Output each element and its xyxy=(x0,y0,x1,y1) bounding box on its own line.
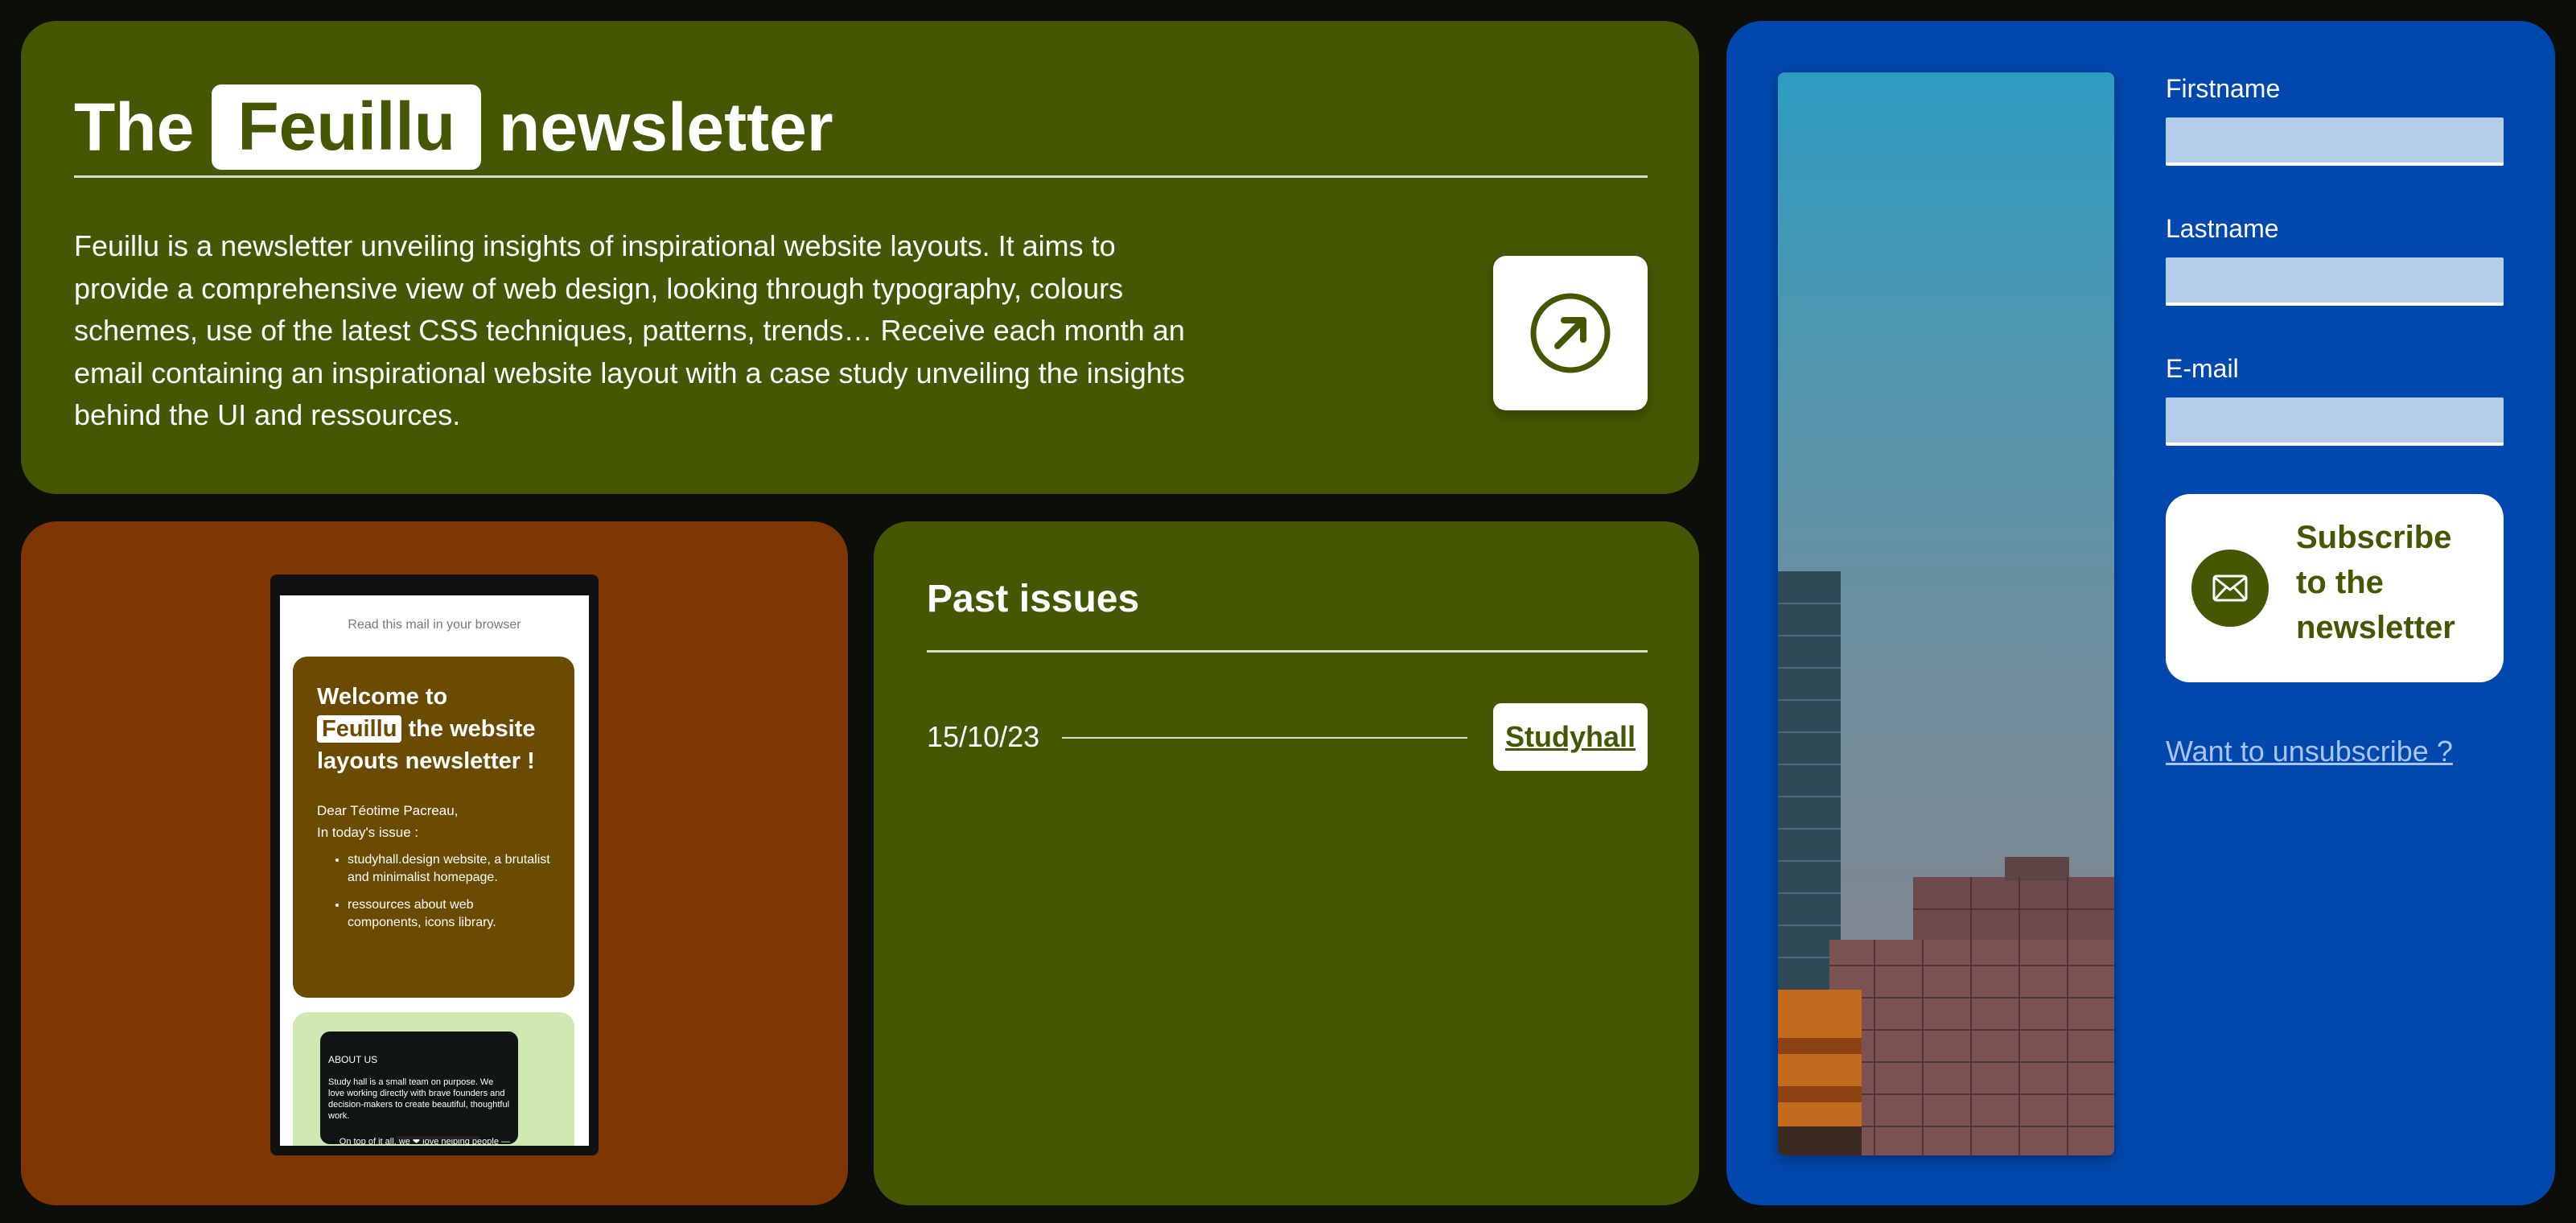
arrow-up-right-circle-icon xyxy=(1530,293,1611,373)
title-suffix: newsletter xyxy=(499,89,833,165)
lastname-label: Lastname xyxy=(2166,214,2279,243)
lastname-field[interactable] xyxy=(2166,257,2504,306)
unsubscribe-link[interactable]: Want to unsubscribe ? xyxy=(2166,729,2453,774)
mail-greeting-line: Dear Téotime Pacreau, xyxy=(317,803,459,818)
firstname-field[interactable] xyxy=(2166,117,2504,166)
mail-welcome-block: Welcome to Feuillu the website layouts n… xyxy=(293,657,574,998)
mail-title-prefix: Welcome to xyxy=(317,684,448,710)
buildings-illustration xyxy=(1778,571,2114,1155)
phone-home-indicator xyxy=(396,1136,479,1139)
header-divider xyxy=(74,175,1648,178)
subscribe-button-label: Subscribe to the newsletter xyxy=(2296,520,2455,645)
mail-about-screenshot: ABOUT US Study hall is a small team on p… xyxy=(320,1032,518,1146)
list-item: studyhall.design website, a brutalist an… xyxy=(348,851,550,887)
title-prefix: The xyxy=(74,89,195,165)
subscribe-button[interactable]: Subscribe to the newsletter xyxy=(2166,494,2504,682)
header-card: The Feuillu newsletter Feuillu is a news… xyxy=(21,21,1699,494)
email-preview-card: Read this mail in your browser Welcome t… xyxy=(21,521,848,1205)
subscribe-icon-badge xyxy=(2191,550,2269,627)
subscribe-form: Firstname Lastname E-mail xyxy=(2166,72,2504,492)
open-newsletter-button[interactable] xyxy=(1493,256,1648,410)
past-issues-divider xyxy=(927,650,1648,653)
mail-about-heading: ABOUT US xyxy=(328,1054,378,1065)
subscribe-card: Firstname Lastname E-mail Subscribe to t… xyxy=(1726,21,2555,1205)
email-label: E-mail xyxy=(2166,354,2239,383)
issue-date: 15/10/23 xyxy=(927,720,1040,753)
email-field[interactable] xyxy=(2166,397,2504,446)
city-building-photo xyxy=(1778,72,2114,1155)
list-item: ressources about web components, icons l… xyxy=(348,896,550,932)
newsletter-description: Feuillu is a newsletter unveiling insigh… xyxy=(74,229,1185,431)
brand-badge: Feuillu xyxy=(212,84,482,170)
mail-about-text: Study hall is a small team on purpose. W… xyxy=(328,1077,510,1121)
issue-connector-line xyxy=(1062,737,1467,739)
read-in-browser-link[interactable]: Read this mail in your browser xyxy=(280,618,589,632)
mail-greeting: Dear Téotime Pacreau, In today's issue : xyxy=(317,800,550,843)
mail-issue-intro: In today's issue : xyxy=(317,825,419,840)
past-issues-card: Past issues 15/10/23 Studyhall xyxy=(874,521,1699,1205)
mail-brand-badge: Feuillu xyxy=(317,715,402,743)
mail-issue-list: studyhall.design website, a brutalist an… xyxy=(317,851,550,932)
page-title: The Feuillu newsletter xyxy=(74,68,833,187)
list-item: 15/10/23 Studyhall xyxy=(927,703,1648,771)
mail-title: Welcome to Feuillu the website layouts n… xyxy=(317,681,550,777)
phone-screen: Read this mail in your browser Welcome t… xyxy=(280,595,589,1146)
firstname-label: Firstname xyxy=(2166,74,2281,103)
envelope-icon xyxy=(2212,574,2248,602)
phone-mockup: Read this mail in your browser Welcome t… xyxy=(270,574,599,1155)
issue-link-studyhall[interactable]: Studyhall xyxy=(1493,703,1648,771)
past-issues-title: Past issues xyxy=(927,577,1140,620)
